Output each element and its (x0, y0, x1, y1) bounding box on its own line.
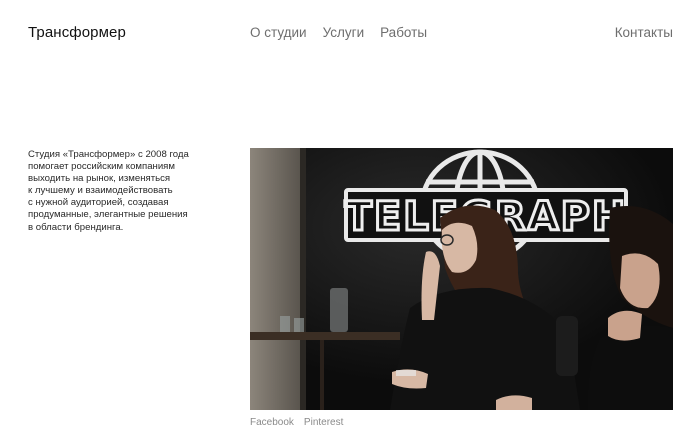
logo[interactable]: Трансформер (28, 24, 126, 41)
nav-link-works[interactable]: Работы (380, 25, 427, 40)
about-line: Студия «Трансформер» с 2008 года (28, 149, 189, 160)
about-line: в области брендинга. (28, 221, 124, 233)
nav-link-services[interactable]: Услуги (323, 25, 365, 40)
about-line: помогает российским компаниям (28, 161, 175, 173)
nav-link-about[interactable]: О студии (250, 25, 307, 40)
facebook-link[interactable]: Facebook (250, 417, 294, 428)
social-links: Facebook Pinterest (250, 417, 343, 428)
about-text: Студия «Трансформер» с 2008 года помогае… (28, 149, 203, 234)
about-line: с нужной аудиторией, создавая (28, 197, 169, 209)
main-nav: О студии Услуги Работы (250, 25, 427, 40)
about-line: к лучшему и взаимодействовать (28, 185, 173, 197)
about-line: продуманные, элегантные решения (28, 209, 188, 221)
pinterest-link[interactable]: Pinterest (304, 417, 343, 428)
nav-link-contacts[interactable]: Контакты (615, 25, 673, 40)
about-line: выходить на рынок, изменяться (28, 173, 171, 185)
hero-photo: TELEGRAPH (250, 148, 673, 410)
hero-photo-illustration: TELEGRAPH (250, 148, 673, 410)
